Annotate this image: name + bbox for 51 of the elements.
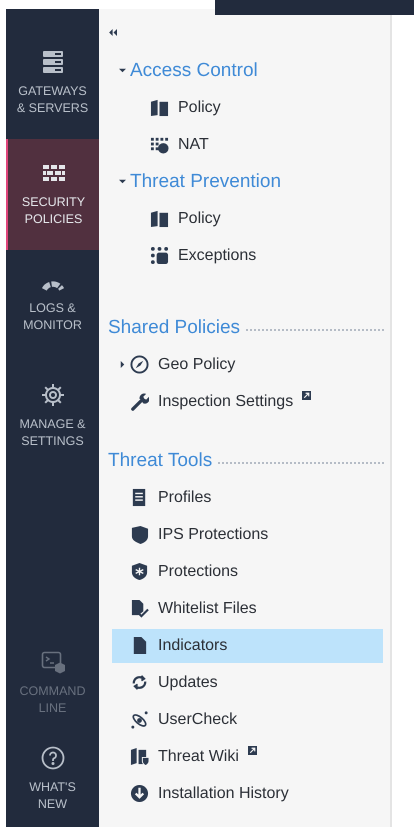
- dots-icon: [150, 246, 169, 265]
- wrench-icon: [130, 392, 149, 411]
- sidebar-item[interactable]: WHAT'S NEW: [6, 731, 99, 827]
- nav-item[interactable]: Policy: [99, 89, 390, 126]
- refresh-icon: [130, 673, 149, 692]
- nav-item[interactable]: Policy: [99, 200, 390, 237]
- sidebar-label: MANAGE & SETTINGS: [18, 416, 86, 450]
- sidebar-item[interactable]: LOGS & MONITOR: [6, 250, 99, 361]
- caret-icon[interactable]: [119, 361, 126, 368]
- nav-item[interactable]: Indicators: [112, 628, 383, 662]
- book-icon: [130, 747, 149, 766]
- nav-item[interactable]: Updates: [112, 664, 383, 701]
- sidebar-label: LOGS & MONITOR: [22, 300, 83, 334]
- nav-item[interactable]: Whitelist Files: [112, 590, 383, 627]
- help-icon: [40, 746, 64, 770]
- sidebar-item[interactable]: GATEWAYS & SERVERS: [6, 28, 99, 139]
- shield-icon: [130, 525, 149, 544]
- external-link-icon[interactable]: [248, 746, 257, 755]
- collapse-icon[interactable]: [109, 29, 118, 36]
- sidebar-label: WHAT'S NEW: [28, 778, 77, 812]
- nav-item[interactable]: Installation History: [112, 775, 383, 812]
- sidebar-label: COMMAND LINE: [18, 682, 86, 716]
- caret-icon: [119, 178, 126, 185]
- external-link-icon[interactable]: [302, 391, 312, 400]
- nav-item[interactable]: IPS Protections: [112, 516, 383, 553]
- section-heading: Threat Tools: [108, 450, 212, 472]
- grid-globe-icon: [150, 135, 169, 154]
- sidebar-item[interactable]: MANAGE & SETTINGS: [6, 361, 99, 472]
- nav-item[interactable]: NAT: [99, 126, 390, 163]
- section-heading: Shared Policies: [108, 316, 240, 338]
- file-check-icon: [130, 599, 149, 618]
- nav-item[interactable]: UserCheck: [112, 701, 383, 738]
- settings-icon: [40, 383, 64, 407]
- caret-icon: [119, 67, 126, 74]
- book-icon: [150, 98, 169, 117]
- shield-icon: [130, 562, 149, 581]
- nav-item[interactable]: Threat Wiki: [112, 738, 383, 775]
- nav-item[interactable]: Profiles: [112, 479, 383, 516]
- orbit-icon: [130, 710, 149, 729]
- sidebar-item[interactable]: SECURITY POLICIES: [6, 139, 99, 250]
- sidebar-label: GATEWAYS & SERVERS: [16, 83, 88, 117]
- compass-icon: [130, 355, 149, 374]
- nav-item[interactable]: Exceptions: [99, 237, 390, 274]
- terminal-icon: [40, 650, 64, 674]
- book-icon: [150, 209, 169, 228]
- server-icon: [40, 50, 64, 74]
- nav-item[interactable]: Inspection Settings: [112, 383, 383, 420]
- download-icon: [130, 784, 149, 803]
- sidebar-label: SECURITY POLICIES: [20, 194, 86, 228]
- nav-item[interactable]: Protections: [112, 553, 383, 590]
- nav-item[interactable]: Geo Policy: [112, 346, 383, 383]
